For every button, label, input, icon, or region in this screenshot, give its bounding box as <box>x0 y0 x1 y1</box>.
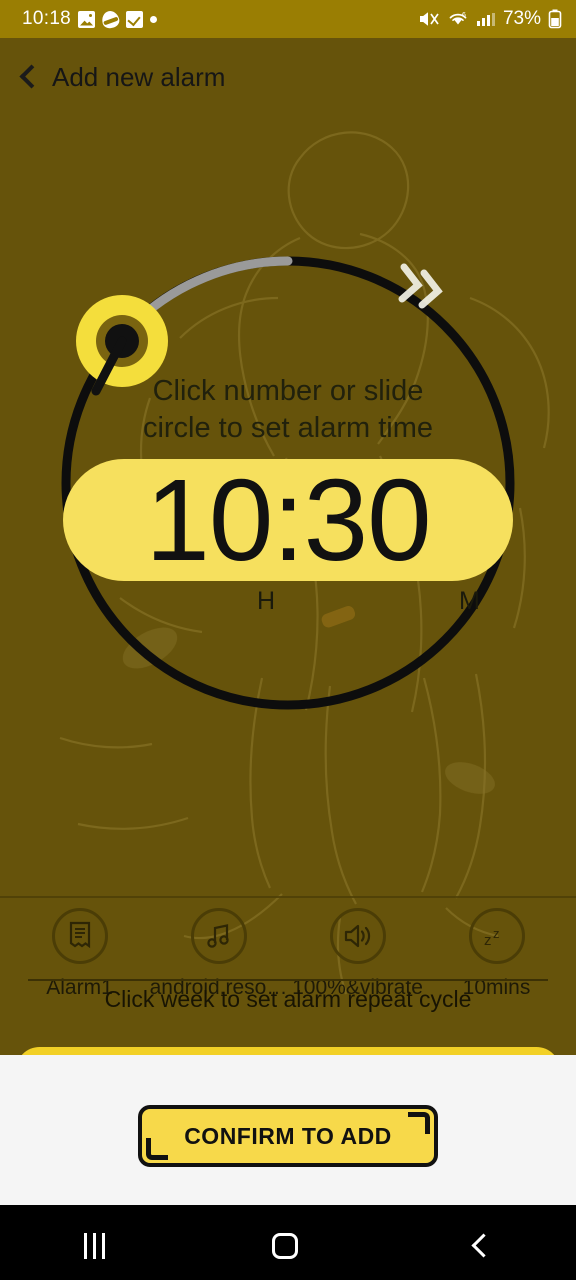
mute-icon <box>418 10 440 28</box>
dial-hint: Click number or slide circle to set alar… <box>0 373 576 447</box>
status-bar-clock: 10:18 <box>22 8 72 29</box>
week-divider <box>28 979 548 981</box>
svg-text:6: 6 <box>462 12 466 19</box>
minute-label: M <box>459 587 480 615</box>
dial-hint-line1: Click number or slide <box>152 375 424 407</box>
confirm-to-add-button[interactable]: CONFIRM TO ADD <box>138 1105 438 1167</box>
app-screen: Add new alarm Click number or slide circ… <box>0 38 576 1055</box>
dial-hint-line2: circle to set alarm time <box>142 412 434 444</box>
photo-icon <box>78 10 96 28</box>
hour-minute-labels: H M <box>0 587 576 621</box>
svg-text:z: z <box>484 932 492 949</box>
status-bar: 10:18 6 73% <box>0 0 576 38</box>
home-icon[interactable] <box>272 1232 299 1259</box>
recent-apps-icon[interactable] <box>83 1232 105 1259</box>
volume-speaker-icon <box>329 908 386 964</box>
hour-label: H <box>257 587 276 615</box>
music-note-icon <box>190 908 247 964</box>
svg-text:z: z <box>493 926 500 941</box>
wifi-6-icon: 6 <box>447 10 469 28</box>
snooze-zzz-icon: z z <box>468 908 525 964</box>
oval-app-icon <box>100 8 121 30</box>
corner-bracket-top-right-icon <box>408 1112 430 1134</box>
battery-icon <box>548 9 562 29</box>
weekday-selector[interactable]: Mon Tue Wed Thu Fri Sat Sun <box>16 1047 560 1055</box>
app-bar: Add new alarm <box>0 38 576 116</box>
alarm-label-icon <box>51 908 108 964</box>
corner-bracket-bottom-left-icon <box>146 1138 168 1160</box>
alarm-time-display[interactable]: 10:30 <box>63 459 513 581</box>
week-hint: Click week to set alarm repeat cycle <box>104 986 472 1012</box>
status-bar-left: 10:18 <box>22 8 158 30</box>
system-nav-bar <box>0 1211 576 1280</box>
status-bar-right: 6 73% <box>418 8 562 30</box>
options-divider <box>0 896 576 898</box>
confirm-button-label: CONFIRM TO ADD <box>184 1122 392 1149</box>
alarm-time-value: 10:30 <box>145 455 431 585</box>
dot-icon <box>150 15 158 23</box>
cellular-signal-icon <box>476 10 496 28</box>
nav-back-icon[interactable] <box>466 1233 492 1259</box>
battery-percent-label: 73% <box>502 8 541 29</box>
checkbox-icon <box>126 10 144 28</box>
back-chevron-icon[interactable] <box>14 64 40 90</box>
page-title: Add new alarm <box>52 61 226 92</box>
bottom-panel: CONFIRM TO ADD <box>0 1055 576 1205</box>
